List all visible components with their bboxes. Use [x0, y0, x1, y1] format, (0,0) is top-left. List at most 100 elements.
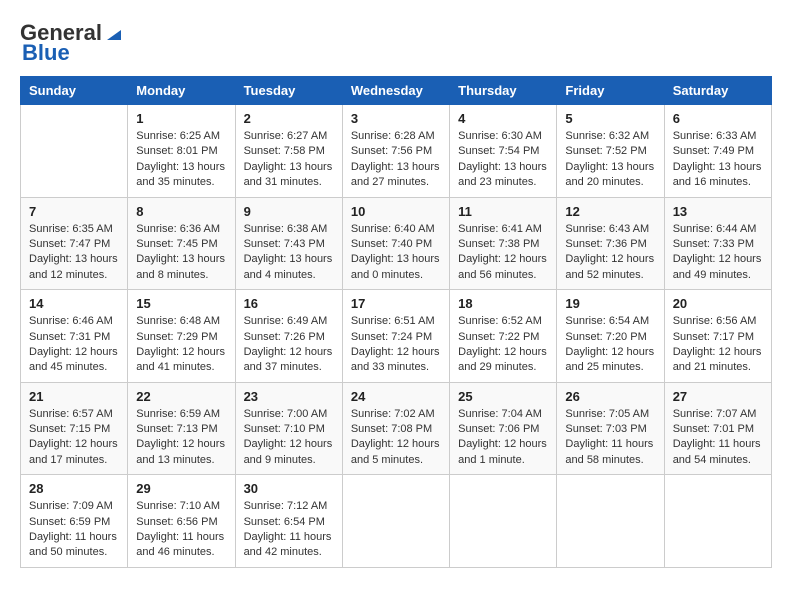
day-number: 18 [458, 296, 548, 311]
calendar-week-1: 1 Sunrise: 6:25 AMSunset: 8:01 PMDaylight… [21, 105, 772, 198]
calendar-cell: 21Sunrise: 6:57 AMSunset: 7:15 PMDayligh… [21, 382, 128, 475]
calendar-body: 1 Sunrise: 6:25 AMSunset: 8:01 PMDaylight… [21, 105, 772, 568]
calendar-cell: 6 Sunrise: 6:33 AMSunset: 7:49 PMDaylight… [664, 105, 771, 198]
day-info: Sunrise: 6:33 AMSunset: 7:49 PMDaylight:… [673, 129, 763, 191]
calendar-cell: 28 Sunrise: 7:09 AMSunset: 6:59 PMDayligh… [21, 475, 128, 568]
calendar-week-2: 7Sunrise: 6:35 AMSunset: 7:47 PMDaylight… [21, 197, 772, 290]
day-number: 27 [673, 389, 763, 404]
day-info: Sunrise: 6:27 AMSunset: 7:58 PMDaylight:… [244, 129, 334, 191]
day-number: 4 [458, 111, 548, 126]
calendar-cell: 1 Sunrise: 6:25 AMSunset: 8:01 PMDaylight… [128, 105, 235, 198]
calendar-cell [664, 475, 771, 568]
day-info: Sunrise: 6:44 AMSunset: 7:33 PMDaylight:… [673, 222, 763, 284]
calendar-cell: 15 Sunrise: 6:48 AMSunset: 7:29 PMDayligh… [128, 290, 235, 383]
calendar-cell: 24 Sunrise: 7:02 AMSunset: 7:08 PMDayligh… [342, 382, 449, 475]
days-of-week-row: SundayMondayTuesdayWednesdayThursdayFrid… [21, 77, 772, 105]
day-number: 10 [351, 204, 441, 219]
day-of-week-thursday: Thursday [450, 77, 557, 105]
calendar-cell: 19Sunrise: 6:54 AMSunset: 7:20 PMDayligh… [557, 290, 664, 383]
calendar-cell: 18Sunrise: 6:52 AMSunset: 7:22 PMDayligh… [450, 290, 557, 383]
calendar-cell: 16 Sunrise: 6:49 AMSunset: 7:26 PMDayligh… [235, 290, 342, 383]
calendar-cell: 14 Sunrise: 6:46 AMSunset: 7:31 PMDayligh… [21, 290, 128, 383]
day-info: Sunrise: 6:56 AMSunset: 7:17 PMDaylight:… [673, 314, 763, 376]
day-info: Sunrise: 7:04 AMSunset: 7:06 PMDaylight:… [458, 407, 548, 469]
day-number: 26 [565, 389, 655, 404]
day-info: Sunrise: 6:30 AMSunset: 7:54 PMDaylight:… [458, 129, 548, 191]
calendar-cell [342, 475, 449, 568]
day-info: Sunrise: 6:51 AMSunset: 7:24 PMDaylight:… [351, 314, 441, 376]
day-number: 13 [673, 204, 763, 219]
calendar-header: SundayMondayTuesdayWednesdayThursdayFrid… [21, 77, 772, 105]
logo: General Blue [20, 20, 125, 66]
day-number: 9 [244, 204, 334, 219]
calendar-cell: 4 Sunrise: 6:30 AMSunset: 7:54 PMDaylight… [450, 105, 557, 198]
calendar-table: SundayMondayTuesdayWednesdayThursdayFrid… [20, 76, 772, 568]
day-number: 12 [565, 204, 655, 219]
day-info: Sunrise: 7:12 AMSunset: 6:54 PMDaylight:… [244, 499, 334, 561]
day-info: Sunrise: 6:41 AMSunset: 7:38 PMDaylight:… [458, 222, 548, 284]
day-of-week-monday: Monday [128, 77, 235, 105]
day-info: Sunrise: 7:10 AMSunset: 6:56 PMDaylight:… [136, 499, 226, 561]
calendar-cell: 25 Sunrise: 7:04 AMSunset: 7:06 PMDayligh… [450, 382, 557, 475]
day-info: Sunrise: 6:25 AMSunset: 8:01 PMDaylight:… [136, 129, 226, 191]
calendar-cell [557, 475, 664, 568]
day-number: 8 [136, 204, 226, 219]
calendar-cell: 10 Sunrise: 6:40 AMSunset: 7:40 PMDayligh… [342, 197, 449, 290]
day-number: 7 [29, 204, 119, 219]
day-info: Sunrise: 6:54 AMSunset: 7:20 PMDaylight:… [565, 314, 655, 376]
logo-arrow-icon [103, 20, 125, 42]
day-number: 29 [136, 481, 226, 496]
calendar-cell: 11 Sunrise: 6:41 AMSunset: 7:38 PMDayligh… [450, 197, 557, 290]
day-info: Sunrise: 6:46 AMSunset: 7:31 PMDaylight:… [29, 314, 119, 376]
calendar-cell [450, 475, 557, 568]
day-number: 1 [136, 111, 226, 126]
day-number: 16 [244, 296, 334, 311]
day-number: 25 [458, 389, 548, 404]
calendar-cell [21, 105, 128, 198]
page-header: General Blue [20, 20, 772, 66]
day-number: 14 [29, 296, 119, 311]
calendar-cell: 26Sunrise: 7:05 AMSunset: 7:03 PMDayligh… [557, 382, 664, 475]
day-info: Sunrise: 7:00 AMSunset: 7:10 PMDaylight:… [244, 407, 334, 469]
day-info: Sunrise: 6:38 AMSunset: 7:43 PMDaylight:… [244, 222, 334, 284]
day-info: Sunrise: 6:49 AMSunset: 7:26 PMDaylight:… [244, 314, 334, 376]
day-number: 23 [244, 389, 334, 404]
calendar-cell: 30Sunrise: 7:12 AMSunset: 6:54 PMDayligh… [235, 475, 342, 568]
day-of-week-sunday: Sunday [21, 77, 128, 105]
day-info: Sunrise: 6:57 AMSunset: 7:15 PMDaylight:… [29, 407, 119, 469]
day-number: 6 [673, 111, 763, 126]
calendar-cell: 23 Sunrise: 7:00 AMSunset: 7:10 PMDayligh… [235, 382, 342, 475]
day-number: 20 [673, 296, 763, 311]
calendar-week-3: 14 Sunrise: 6:46 AMSunset: 7:31 PMDayligh… [21, 290, 772, 383]
day-info: Sunrise: 7:09 AMSunset: 6:59 PMDaylight:… [29, 499, 119, 561]
day-info: Sunrise: 6:32 AMSunset: 7:52 PMDaylight:… [565, 129, 655, 191]
day-info: Sunrise: 7:07 AMSunset: 7:01 PMDaylight:… [673, 407, 763, 469]
calendar-cell: 8Sunrise: 6:36 AMSunset: 7:45 PMDaylight… [128, 197, 235, 290]
day-of-week-saturday: Saturday [664, 77, 771, 105]
day-info: Sunrise: 6:48 AMSunset: 7:29 PMDaylight:… [136, 314, 226, 376]
day-info: Sunrise: 6:28 AMSunset: 7:56 PMDaylight:… [351, 129, 441, 191]
day-of-week-tuesday: Tuesday [235, 77, 342, 105]
day-number: 5 [565, 111, 655, 126]
calendar-cell: 2 Sunrise: 6:27 AMSunset: 7:58 PMDaylight… [235, 105, 342, 198]
calendar-week-5: 28 Sunrise: 7:09 AMSunset: 6:59 PMDayligh… [21, 475, 772, 568]
calendar-cell: 5 Sunrise: 6:32 AMSunset: 7:52 PMDaylight… [557, 105, 664, 198]
calendar-cell: 22 Sunrise: 6:59 AMSunset: 7:13 PMDayligh… [128, 382, 235, 475]
day-number: 28 [29, 481, 119, 496]
calendar-cell: 17Sunrise: 6:51 AMSunset: 7:24 PMDayligh… [342, 290, 449, 383]
calendar-cell: 27 Sunrise: 7:07 AMSunset: 7:01 PMDayligh… [664, 382, 771, 475]
day-number: 22 [136, 389, 226, 404]
calendar-cell: 7Sunrise: 6:35 AMSunset: 7:47 PMDaylight… [21, 197, 128, 290]
logo-blue: Blue [20, 40, 70, 66]
day-number: 2 [244, 111, 334, 126]
day-info: Sunrise: 6:43 AMSunset: 7:36 PMDaylight:… [565, 222, 655, 284]
calendar-week-4: 21Sunrise: 6:57 AMSunset: 7:15 PMDayligh… [21, 382, 772, 475]
day-number: 11 [458, 204, 548, 219]
day-number: 24 [351, 389, 441, 404]
day-info: Sunrise: 6:59 AMSunset: 7:13 PMDaylight:… [136, 407, 226, 469]
calendar-cell: 3Sunrise: 6:28 AMSunset: 7:56 PMDaylight… [342, 105, 449, 198]
day-info: Sunrise: 7:02 AMSunset: 7:08 PMDaylight:… [351, 407, 441, 469]
day-info: Sunrise: 6:40 AMSunset: 7:40 PMDaylight:… [351, 222, 441, 284]
day-number: 15 [136, 296, 226, 311]
day-of-week-friday: Friday [557, 77, 664, 105]
